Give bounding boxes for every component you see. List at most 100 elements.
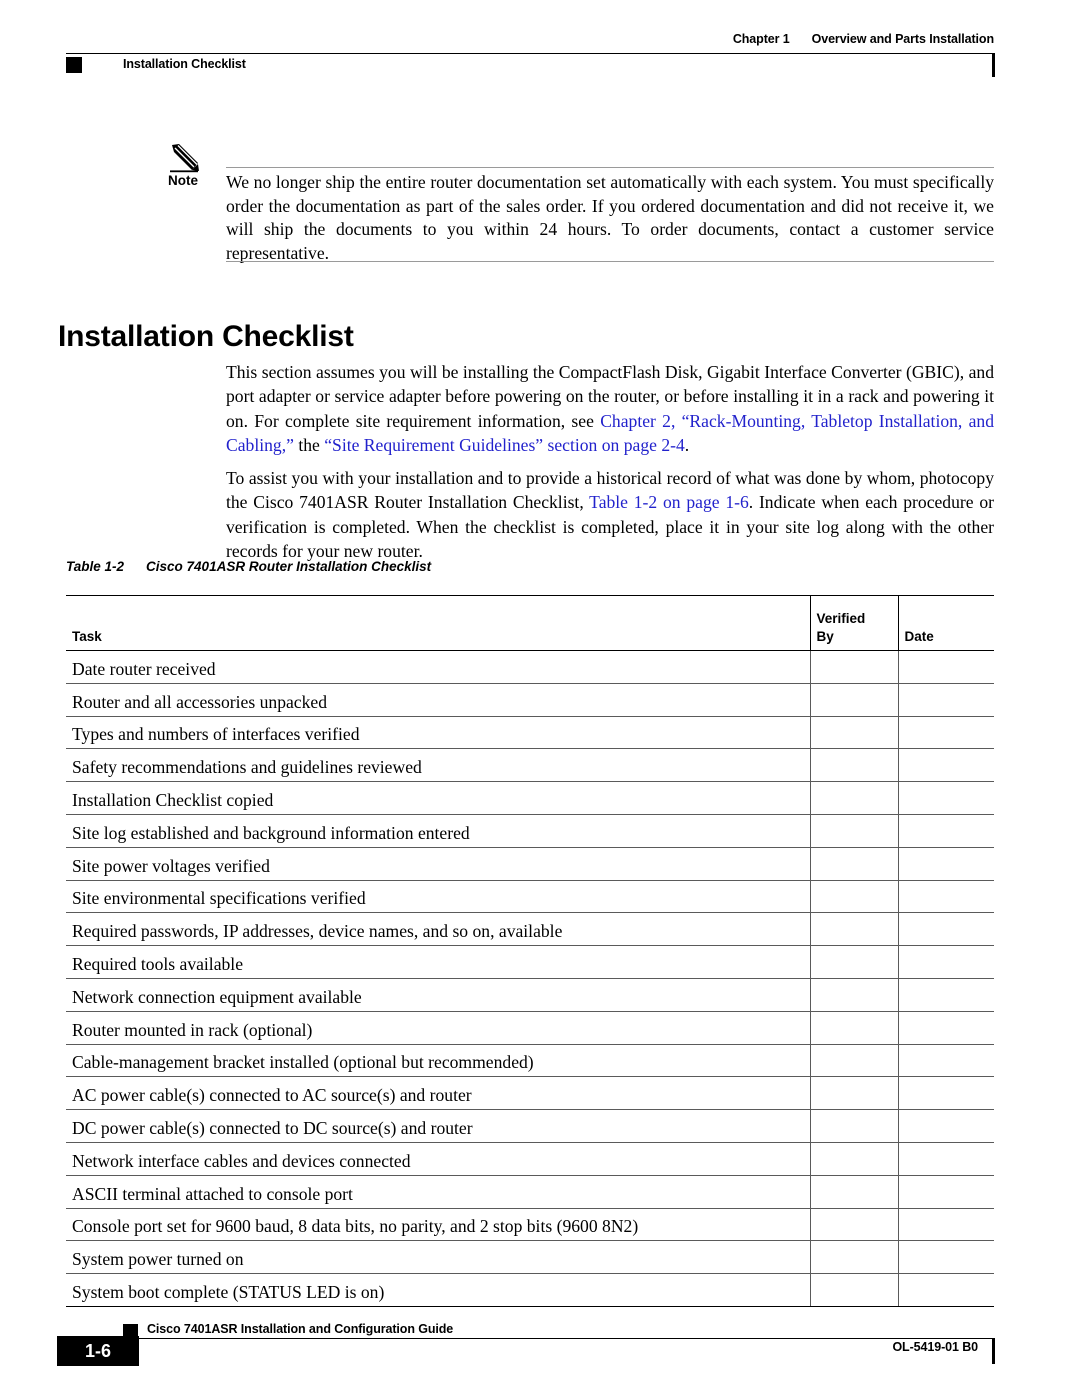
cell-date[interactable] (897, 813, 994, 848)
table-row: System boot complete (STATUS LED is on) (66, 1273, 994, 1307)
cell-date[interactable] (897, 945, 994, 979)
table-row: Site power voltages verified (66, 846, 994, 881)
cell-task: System power turned on (66, 1240, 810, 1274)
column-header-date: Date (897, 595, 994, 651)
cell-verified-by[interactable] (809, 879, 898, 913)
cell-verified-by[interactable] (809, 715, 898, 749)
table-row: ASCII terminal attached to console port (66, 1174, 994, 1209)
cell-date[interactable] (897, 1141, 994, 1176)
header-chapter-title: Overview and Parts Installation (811, 32, 994, 46)
cell-date[interactable] (897, 1174, 994, 1209)
table-row: DC power cable(s) connected to DC source… (66, 1109, 994, 1143)
cell-date[interactable] (897, 879, 994, 913)
cell-verified-by[interactable] (809, 912, 898, 946)
cell-task: ASCII terminal attached to console port (66, 1174, 810, 1209)
cell-task: Required tools available (66, 945, 810, 979)
cell-date[interactable] (897, 781, 994, 815)
cell-task: Router and all accessories unpacked (66, 682, 810, 717)
body-paragraph-2: To assist you with your installation and… (226, 466, 994, 564)
cell-task: Network interface cables and devices con… (66, 1141, 810, 1176)
footer-rule (66, 1338, 995, 1364)
header-chapter-label: Chapter 1 (732, 32, 790, 46)
cell-task: DC power cable(s) connected to DC source… (66, 1109, 810, 1143)
cell-date[interactable] (897, 748, 994, 782)
table-caption: Table 1-2 Cisco 7401ASR Router Installati… (66, 559, 431, 574)
cell-task: Console port set for 9600 baud, 8 data b… (66, 1207, 810, 1241)
cell-task: Cable-management bracket installed (opti… (66, 1043, 810, 1077)
cell-verified-by[interactable] (809, 813, 898, 848)
header-square-marker-icon (66, 57, 82, 73)
header-chapter: Chapter 1 Overview and Parts Installation (733, 32, 994, 46)
table-row: Date router received (66, 650, 994, 684)
header-rule-tick (992, 53, 995, 77)
document-page: Chapter 1 Overview and Parts Installation… (0, 0, 1080, 1397)
cell-task: Router mounted in rack (optional) (66, 1010, 810, 1045)
cell-verified-by[interactable] (809, 682, 898, 717)
table-row: System power turned on (66, 1240, 994, 1274)
table-row: AC power cable(s) connected to AC source… (66, 1076, 994, 1110)
cell-date[interactable] (897, 1240, 994, 1274)
cell-date[interactable] (897, 912, 994, 946)
footer-guide-title: Cisco 7401ASR Installation and Configura… (147, 1322, 454, 1336)
cell-verified-by[interactable] (809, 1240, 898, 1274)
cell-date[interactable] (897, 846, 994, 881)
cell-verified-by[interactable] (809, 1076, 898, 1110)
cell-date[interactable] (897, 715, 994, 749)
column-header-task-label: Task (72, 629, 102, 644)
cell-date[interactable] (897, 1010, 994, 1045)
note-text: We no longer ship the entire router docu… (226, 172, 994, 263)
xref-table-1-2-link[interactable]: Table 1-2 on page 1-6 (589, 492, 749, 512)
table-caption-number: Table 1-2 (66, 559, 125, 574)
cell-date[interactable] (897, 682, 994, 717)
cell-date[interactable] (897, 1207, 994, 1241)
table-caption-title: Cisco 7401ASR Router Installation Checkl… (146, 559, 432, 574)
cell-verified-by[interactable] (809, 977, 898, 1012)
paragraph-1-text-b: the (293, 435, 325, 456)
cell-verified-by[interactable] (809, 945, 898, 979)
cell-task: Date router received (66, 650, 810, 684)
cell-date[interactable] (897, 1109, 994, 1143)
cell-verified-by[interactable] (809, 846, 898, 881)
cell-task: Safety recommendations and guidelines re… (66, 748, 810, 782)
header-rule (66, 53, 995, 77)
table-row: Router and all accessories unpacked (66, 682, 994, 717)
cell-verified-by[interactable] (809, 1174, 898, 1209)
page-title: Installation Checklist (58, 320, 354, 354)
table-row: Installation Checklist copied (66, 781, 994, 815)
column-header-verified-by: Verified By (809, 595, 898, 651)
cell-task: Site environmental specifications verifi… (66, 879, 810, 913)
cell-date[interactable] (897, 1076, 994, 1110)
table-row: Site log established and background info… (66, 813, 994, 848)
table-row: Required passwords, IP addresses, device… (66, 912, 994, 946)
table-row: Router mounted in rack (optional) (66, 1010, 994, 1045)
table-header: Task Verified By Date (66, 595, 994, 651)
cell-verified-by[interactable] (809, 1043, 898, 1077)
cell-verified-by[interactable] (809, 1273, 898, 1307)
body-paragraph-1: This section assumes you will be install… (226, 360, 994, 458)
cell-date[interactable] (897, 1273, 994, 1307)
cell-verified-by[interactable] (809, 1109, 898, 1143)
column-header-verified-line2: By (816, 629, 834, 644)
note-top-rule (226, 167, 994, 169)
table-row: Console port set for 9600 baud, 8 data b… (66, 1207, 994, 1241)
installation-checklist-table: Task Verified By Date Date router receiv… (66, 595, 994, 1307)
cell-verified-by[interactable] (809, 1207, 898, 1241)
table-row: Types and numbers of interfaces verified (66, 715, 994, 749)
table-row: Cable-management bracket installed (opti… (66, 1043, 994, 1077)
xref-site-requirement-guidelines-link[interactable]: “Site Requirement Guidelines” section on… (324, 435, 685, 455)
cell-verified-by[interactable] (809, 1141, 898, 1176)
cell-date[interactable] (897, 650, 994, 684)
table-row: Safety recommendations and guidelines re… (66, 748, 994, 782)
cell-task: Site power voltages verified (66, 846, 810, 881)
paragraph-1-text-c: . (684, 435, 690, 456)
note-bottom-rule (226, 261, 994, 263)
running-header: Chapter 1 Overview and Parts Installation… (66, 32, 995, 80)
cell-task: Installation Checklist copied (66, 781, 810, 815)
cell-verified-by[interactable] (809, 1010, 898, 1045)
cell-verified-by[interactable] (809, 781, 898, 815)
cell-date[interactable] (897, 977, 994, 1012)
cell-date[interactable] (897, 1043, 994, 1077)
pencil-icon (170, 143, 204, 173)
cell-verified-by[interactable] (809, 748, 898, 782)
cell-verified-by[interactable] (809, 650, 898, 684)
